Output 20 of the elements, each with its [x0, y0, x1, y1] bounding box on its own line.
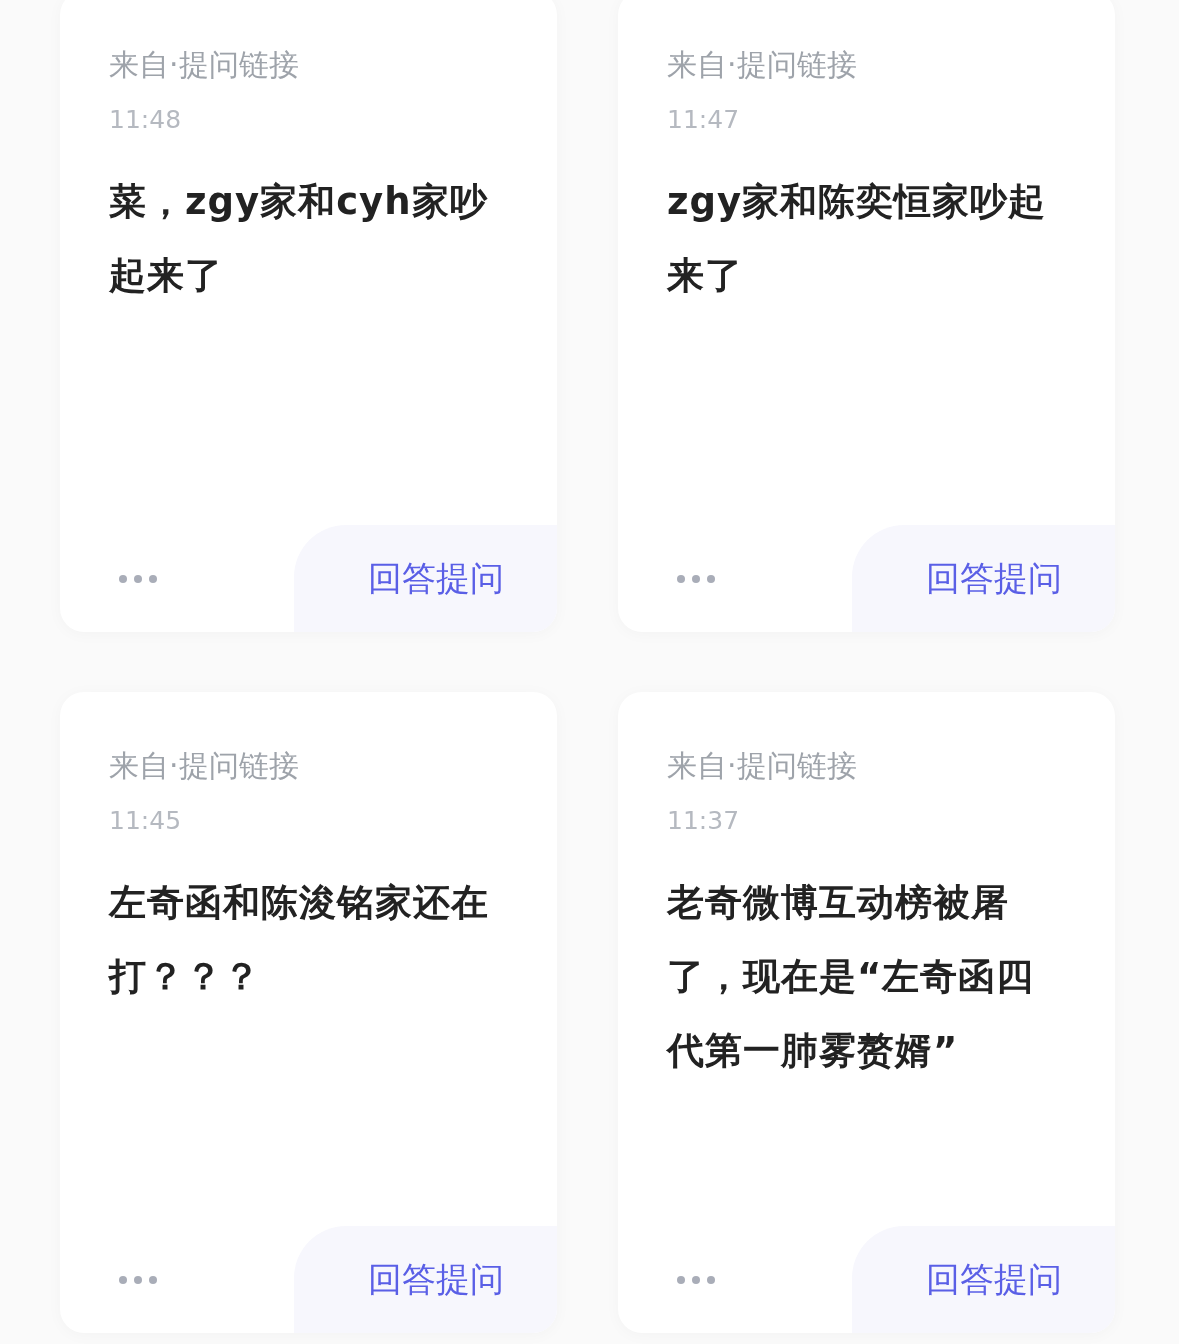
question-text: 左奇函和陈浚铭家还在打？？？	[109, 880, 490, 1000]
more-icon[interactable]	[676, 573, 716, 584]
more-icon[interactable]	[118, 1274, 158, 1285]
more-icon[interactable]	[118, 573, 158, 584]
source-label: 来自·提问链接	[109, 747, 300, 785]
answer-button[interactable]: 回答提问	[294, 525, 557, 632]
answer-button[interactable]: 回答提问	[852, 1226, 1115, 1333]
timestamp: 11:47	[667, 104, 741, 136]
answer-button[interactable]: 回答提问	[294, 1226, 557, 1333]
timestamp: 11:48	[109, 104, 183, 136]
answer-button[interactable]: 回答提问	[852, 525, 1115, 632]
question-text: 菜，zgy家和cyh家吵起来了	[109, 179, 489, 299]
question-text: zgy家和陈奕恒家吵起来了	[667, 179, 1048, 299]
source-label: 来自·提问链接	[667, 747, 858, 785]
source-label: 来自·提问链接	[109, 46, 300, 84]
question-text: 老奇微博互动榜被屠了，现在是“左奇函四代第一肺雾赘婿”	[667, 880, 1036, 1074]
timestamp: 11:45	[109, 805, 183, 837]
more-icon[interactable]	[676, 1274, 716, 1285]
timestamp: 11:37	[667, 805, 741, 837]
source-label: 来自·提问链接	[667, 46, 858, 84]
